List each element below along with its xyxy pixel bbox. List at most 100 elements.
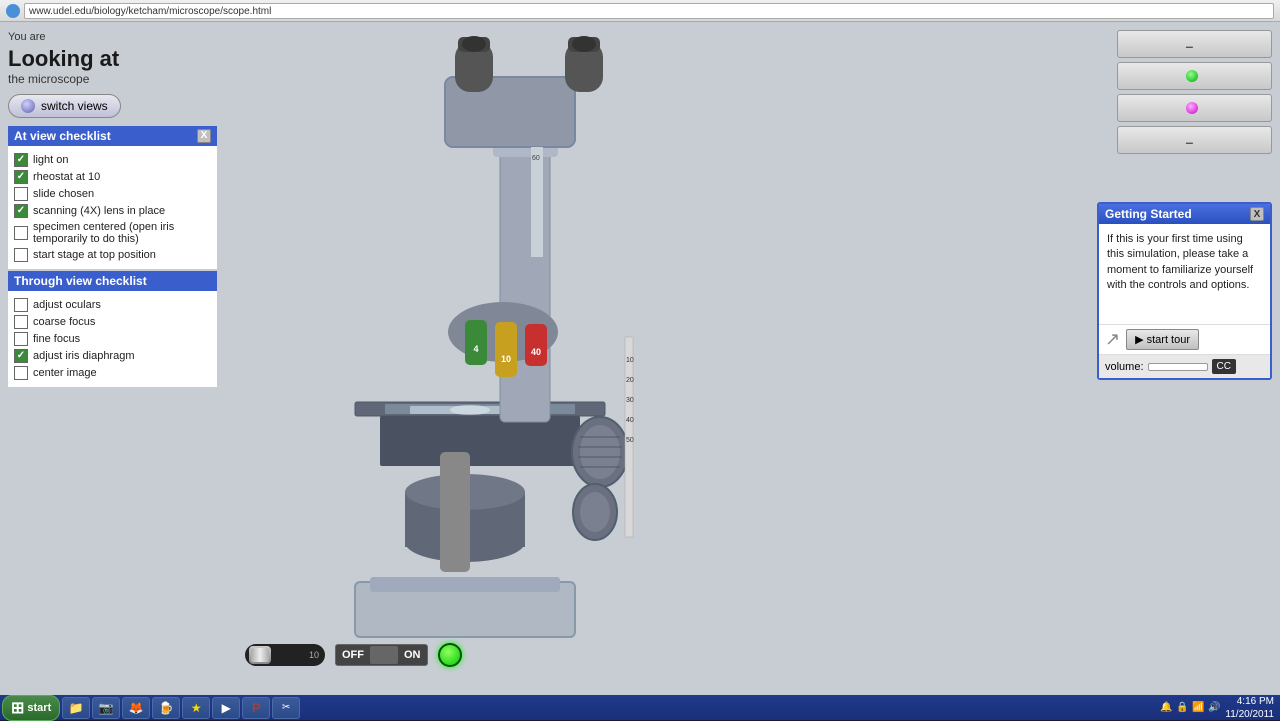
on-label: ON — [398, 649, 427, 661]
checkbox-slide[interactable] — [14, 187, 28, 201]
at-view-checklist-body: light on rheostat at 10 slide chosen sca… — [8, 146, 217, 269]
dialog-close-button[interactable]: X — [1250, 207, 1264, 221]
rheostat-value: 10 — [309, 650, 319, 660]
label-center: center image — [33, 367, 97, 379]
you-are-label: You are — [8, 30, 217, 45]
checklist-item-light-on: light on — [14, 153, 211, 167]
switch-views-dot — [21, 99, 35, 113]
tray-icon-1: 🔔 — [1159, 701, 1173, 715]
checklist-item-scanning: scanning (4X) lens in place — [14, 204, 211, 218]
control-button-2[interactable] — [1117, 62, 1272, 90]
dialog-arrow-icon: ↗ — [1105, 329, 1120, 350]
checklist-item-slide: slide chosen — [14, 187, 211, 201]
checklist-item-coarse: coarse focus — [14, 315, 211, 329]
at-view-checklist-title: At view checklist — [14, 129, 111, 143]
svg-text:10: 10 — [626, 357, 634, 364]
svg-text:10: 10 — [501, 354, 511, 364]
taskbar-media[interactable]: 📷 — [92, 697, 120, 719]
svg-text:50: 50 — [626, 437, 634, 444]
checkbox-coarse[interactable] — [14, 315, 28, 329]
taskbar-powerpoint[interactable]: P — [242, 697, 270, 719]
dialog-header: Getting Started X — [1099, 204, 1270, 224]
taskbar-firefox[interactable]: 🦊 — [122, 697, 150, 719]
checklist-item-iris: adjust iris diaphragm — [14, 349, 211, 363]
label-coarse: coarse focus — [33, 316, 95, 328]
start-tour-button[interactable]: ▶ start tour — [1126, 329, 1199, 350]
taskbar-right: 🔔 🔒 📶 🔊 4:16 PM 11/20/2011 — [1159, 695, 1278, 721]
left-panel: You are Looking at the microscope switch… — [0, 22, 225, 395]
checklist-item-rheostat: rheostat at 10 — [14, 170, 211, 184]
browser-chrome: www.udel.edu/biology/ketcham/microscope/… — [0, 0, 1280, 22]
label-iris: adjust iris diaphragm — [33, 350, 135, 362]
checkbox-center[interactable] — [14, 366, 28, 380]
dialog-title: Getting Started — [1105, 207, 1192, 221]
label-start-stage: start stage at top position — [33, 249, 156, 261]
system-tray-icons: 🔔 🔒 📶 🔊 — [1159, 701, 1221, 715]
label-rheostat: rheostat at 10 — [33, 171, 100, 183]
main-area: You are Looking at the microscope switch… — [0, 22, 1280, 695]
label-fine: fine focus — [33, 333, 80, 345]
checkbox-iris[interactable] — [14, 349, 28, 363]
rheostat-slider[interactable]: 10 — [245, 644, 325, 666]
indicator-3 — [1186, 102, 1198, 114]
checkbox-start-stage[interactable] — [14, 248, 28, 262]
dialog-body: If this is your first time using this si… — [1099, 224, 1270, 324]
through-view-header: Through view checklist — [8, 271, 217, 291]
control-button-4[interactable]: – — [1117, 126, 1272, 154]
switch-track — [370, 646, 398, 664]
indicator-4: – — [1186, 134, 1198, 146]
taskbar-app1[interactable]: 🍺 — [152, 697, 180, 719]
power-indicator-light[interactable] — [438, 643, 462, 667]
checklist-item-center: center image — [14, 366, 211, 380]
start-tour-label: ▶ start tour — [1135, 333, 1190, 346]
label-slide: slide chosen — [33, 188, 94, 200]
control-button-1[interactable]: – — [1117, 30, 1272, 58]
taskbar-app2[interactable]: ★ — [182, 697, 210, 719]
microscope-svg: 4 10 40 10 20 30 40 50 — [225, 22, 640, 672]
through-view-body: adjust oculars coarse focus fine focus a… — [8, 291, 217, 387]
control-buttons: – – — [858, 30, 1272, 154]
taskbar-clock: 4:16 PM 11/20/2011 — [1225, 695, 1274, 721]
svg-text:40: 40 — [531, 347, 541, 357]
tray-icon-2: 🔒 — [1175, 701, 1189, 715]
checklist-item-oculars: adjust oculars — [14, 298, 211, 312]
checklist-item-start-stage: start stage at top position — [14, 248, 211, 262]
svg-text:30: 30 — [626, 397, 634, 404]
browser-icon — [6, 4, 20, 18]
cc-button[interactable]: CC — [1212, 359, 1236, 374]
dialog-volume-area: volume: CC — [1099, 354, 1270, 378]
label-oculars: adjust oculars — [33, 299, 101, 311]
control-button-3[interactable] — [1117, 94, 1272, 122]
through-view-checklist: Through view checklist adjust oculars co… — [8, 271, 217, 387]
at-view-checklist-close[interactable]: X — [197, 129, 211, 143]
checkbox-fine[interactable] — [14, 332, 28, 346]
checklist-item-fine: fine focus — [14, 332, 211, 346]
checkbox-scanning[interactable] — [14, 204, 28, 218]
tray-icon-network: 📶 — [1191, 701, 1205, 715]
off-label: OFF — [336, 649, 370, 661]
indicator-2 — [1186, 70, 1198, 82]
checkbox-specimen[interactable] — [14, 226, 28, 240]
volume-slider[interactable] — [1148, 363, 1208, 371]
switch-views-label: switch views — [41, 99, 108, 113]
through-view-title: Through view checklist — [14, 274, 147, 288]
address-bar[interactable]: www.udel.edu/biology/ketcham/microscope/… — [24, 3, 1274, 19]
looking-at-sub: the microscope — [8, 72, 217, 86]
taskbar: ⊞ start 📁 📷 🦊 🍺 ★ ▶ P ✂ 🔔 🔒 📶 🔊 4:16 PM … — [0, 695, 1280, 720]
checkbox-light-on[interactable] — [14, 153, 28, 167]
taskbar-file-explorer[interactable]: 📁 — [62, 697, 90, 719]
svg-text:60: 60 — [532, 155, 540, 162]
start-label: start — [27, 702, 51, 714]
volume-label: volume: — [1105, 361, 1144, 373]
taskbar-app3[interactable]: ▶ — [212, 697, 240, 719]
dialog-footer: ↗ ▶ start tour — [1099, 324, 1270, 354]
checkbox-rheostat[interactable] — [14, 170, 28, 184]
label-light-on: light on — [33, 154, 68, 166]
off-on-switch[interactable]: OFF ON — [335, 644, 428, 666]
checkbox-oculars[interactable] — [14, 298, 28, 312]
start-button[interactable]: ⊞ start — [2, 695, 60, 721]
taskbar-time-display: 4:16 PM — [1225, 695, 1274, 708]
taskbar-snip[interactable]: ✂ — [272, 697, 300, 719]
at-view-checklist: At view checklist X light on rheostat at… — [8, 126, 217, 269]
switch-views-button[interactable]: switch views — [8, 94, 121, 118]
